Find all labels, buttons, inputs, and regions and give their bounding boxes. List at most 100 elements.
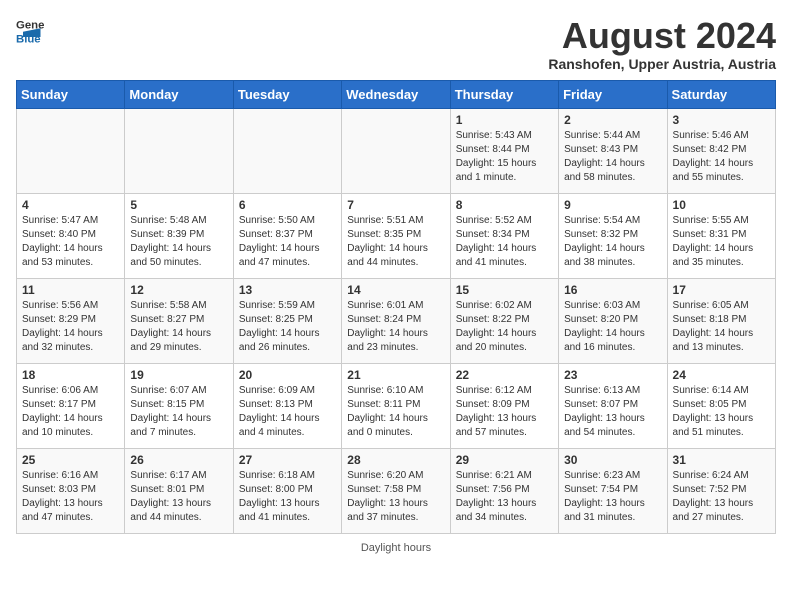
calendar-cell: 21Sunrise: 6:10 AM Sunset: 8:11 PM Dayli… [342,363,450,448]
day-number: 6 [239,198,336,212]
day-number: 24 [673,368,770,382]
calendar-cell: 15Sunrise: 6:02 AM Sunset: 8:22 PM Dayli… [450,278,558,363]
calendar-week-row: 25 Sunrise: 6:16 AM Sunset: 8:03 PM Dayli… [17,448,776,533]
column-header-wednesday: Wednesday [342,80,450,108]
logo: General Blue [16,16,44,44]
day-number: 16 [564,283,661,297]
calendar-cell: 25 Sunrise: 6:16 AM Sunset: 8:03 PM Dayli… [17,448,125,533]
daylight-hours-label: Daylight hours [361,542,431,554]
day-info: Sunrise: 6:21 AM Sunset: 7:56 PM Dayligh… [456,469,553,525]
calendar-cell: 23Sunrise: 6:13 AM Sunset: 8:07 PM Dayli… [559,363,667,448]
day-info: Sunrise: 5:50 AM Sunset: 8:37 PM Dayligh… [239,214,336,270]
calendar-cell: 6 Sunrise: 5:50 AM Sunset: 8:37 PM Daylig… [233,193,341,278]
day-info: Sunrise: 6:12 AM Sunset: 8:09 PM Dayligh… [456,384,553,440]
month-year-title: August 2024 [548,16,776,56]
calendar-cell: 31 Sunrise: 6:24 AM Sunset: 7:52 PM Dayli… [667,448,775,533]
day-number: 11 [22,283,119,297]
day-info: Sunrise: 6:16 AM Sunset: 8:03 PM Dayligh… [22,469,119,525]
day-info: Sunrise: 6:17 AM Sunset: 8:01 PM Dayligh… [130,469,227,525]
day-info: Sunrise: 6:09 AM Sunset: 8:13 PM Dayligh… [239,384,336,440]
day-info: Sunrise: 5:46 AM Sunset: 8:42 PM Dayligh… [673,129,770,185]
calendar-cell: 22 Sunrise: 6:12 AM Sunset: 8:09 PM Dayli… [450,363,558,448]
day-number: 26 [130,453,227,467]
day-info: Sunrise: 6:24 AM Sunset: 7:52 PM Dayligh… [673,469,770,525]
day-number: 31 [673,453,770,467]
location-subtitle: Ranshofen, Upper Austria, Austria [548,56,776,72]
calendar-cell: 29 Sunrise: 6:21 AM Sunset: 7:56 PM Dayli… [450,448,558,533]
calendar-cell: 24Sunrise: 6:14 AM Sunset: 8:05 PM Dayli… [667,363,775,448]
day-number: 5 [130,198,227,212]
day-number: 9 [564,198,661,212]
day-info: Sunrise: 6:13 AM Sunset: 8:07 PM Dayligh… [564,384,661,440]
calendar-cell: 16 Sunrise: 6:03 AM Sunset: 8:20 PM Dayli… [559,278,667,363]
calendar-cell [17,108,125,193]
page-header: General Blue August 2024 Ranshofen, Uppe… [16,16,776,72]
calendar-cell: 14 Sunrise: 6:01 AM Sunset: 8:24 PM Dayli… [342,278,450,363]
calendar-cell: 27Sunrise: 6:18 AM Sunset: 8:00 PM Dayli… [233,448,341,533]
day-info: Sunrise: 5:47 AM Sunset: 8:40 PM Dayligh… [22,214,119,270]
day-number: 13 [239,283,336,297]
logo-icon: General Blue [16,16,44,44]
calendar-cell: 11 Sunrise: 5:56 AM Sunset: 8:29 PM Dayli… [17,278,125,363]
day-info: Sunrise: 5:56 AM Sunset: 8:29 PM Dayligh… [22,299,119,355]
day-number: 29 [456,453,553,467]
calendar-cell: 10 Sunrise: 5:55 AM Sunset: 8:31 PM Dayli… [667,193,775,278]
calendar-cell: 20 Sunrise: 6:09 AM Sunset: 8:13 PM Dayli… [233,363,341,448]
day-number: 17 [673,283,770,297]
day-info: Sunrise: 6:23 AM Sunset: 7:54 PM Dayligh… [564,469,661,525]
day-number: 8 [456,198,553,212]
column-header-monday: Monday [125,80,233,108]
day-info: Sunrise: 5:52 AM Sunset: 8:34 PM Dayligh… [456,214,553,270]
calendar-cell [233,108,341,193]
calendar-cell: 28Sunrise: 6:20 AM Sunset: 7:58 PM Dayli… [342,448,450,533]
day-info: Sunrise: 6:18 AM Sunset: 8:00 PM Dayligh… [239,469,336,525]
calendar-cell: 5 Sunrise: 5:48 AM Sunset: 8:39 PM Daylig… [125,193,233,278]
calendar-cell: 26 Sunrise: 6:17 AM Sunset: 8:01 PM Dayli… [125,448,233,533]
calendar-cell: 30Sunrise: 6:23 AM Sunset: 7:54 PM Dayli… [559,448,667,533]
day-info: Sunrise: 5:54 AM Sunset: 8:32 PM Dayligh… [564,214,661,270]
column-header-tuesday: Tuesday [233,80,341,108]
calendar-table: SundayMondayTuesdayWednesdayThursdayFrid… [16,80,776,534]
calendar-cell: 18Sunrise: 6:06 AM Sunset: 8:17 PM Dayli… [17,363,125,448]
day-number: 7 [347,198,444,212]
day-number: 12 [130,283,227,297]
calendar-cell: 17 Sunrise: 6:05 AM Sunset: 8:18 PM Dayli… [667,278,775,363]
day-info: Sunrise: 6:07 AM Sunset: 8:15 PM Dayligh… [130,384,227,440]
day-info: Sunrise: 6:05 AM Sunset: 8:18 PM Dayligh… [673,299,770,355]
day-number: 1 [456,113,553,127]
calendar-cell: 7 Sunrise: 5:51 AM Sunset: 8:35 PM Daylig… [342,193,450,278]
calendar-cell: 1 Sunrise: 5:43 AM Sunset: 8:44 PM Daylig… [450,108,558,193]
day-number: 28 [347,453,444,467]
day-number: 25 [22,453,119,467]
day-number: 22 [456,368,553,382]
calendar-cell: 3 Sunrise: 5:46 AM Sunset: 8:42 PM Daylig… [667,108,775,193]
day-number: 2 [564,113,661,127]
day-info: Sunrise: 6:02 AM Sunset: 8:22 PM Dayligh… [456,299,553,355]
calendar-cell: 19 Sunrise: 6:07 AM Sunset: 8:15 PM Dayli… [125,363,233,448]
day-info: Sunrise: 6:01 AM Sunset: 8:24 PM Dayligh… [347,299,444,355]
day-info: Sunrise: 5:51 AM Sunset: 8:35 PM Dayligh… [347,214,444,270]
calendar-cell [125,108,233,193]
svg-text:Blue: Blue [16,33,41,44]
title-area: August 2024 Ranshofen, Upper Austria, Au… [548,16,776,72]
day-number: 18 [22,368,119,382]
day-number: 20 [239,368,336,382]
column-header-saturday: Saturday [667,80,775,108]
day-number: 4 [22,198,119,212]
day-number: 3 [673,113,770,127]
calendar-cell: 9 Sunrise: 5:54 AM Sunset: 8:32 PM Daylig… [559,193,667,278]
calendar-week-row: 18Sunrise: 6:06 AM Sunset: 8:17 PM Dayli… [17,363,776,448]
day-info: Sunrise: 5:55 AM Sunset: 8:31 PM Dayligh… [673,214,770,270]
day-info: Sunrise: 5:48 AM Sunset: 8:39 PM Dayligh… [130,214,227,270]
day-info: Sunrise: 6:03 AM Sunset: 8:20 PM Dayligh… [564,299,661,355]
calendar-week-row: 11 Sunrise: 5:56 AM Sunset: 8:29 PM Dayli… [17,278,776,363]
day-number: 14 [347,283,444,297]
column-header-sunday: Sunday [17,80,125,108]
calendar-header-row: SundayMondayTuesdayWednesdayThursdayFrid… [17,80,776,108]
day-number: 19 [130,368,227,382]
day-number: 10 [673,198,770,212]
calendar-cell: 13Sunrise: 5:59 AM Sunset: 8:25 PM Dayli… [233,278,341,363]
day-info: Sunrise: 5:43 AM Sunset: 8:44 PM Dayligh… [456,129,553,185]
calendar-week-row: 4 Sunrise: 5:47 AM Sunset: 8:40 PM Daylig… [17,193,776,278]
calendar-cell: 4 Sunrise: 5:47 AM Sunset: 8:40 PM Daylig… [17,193,125,278]
